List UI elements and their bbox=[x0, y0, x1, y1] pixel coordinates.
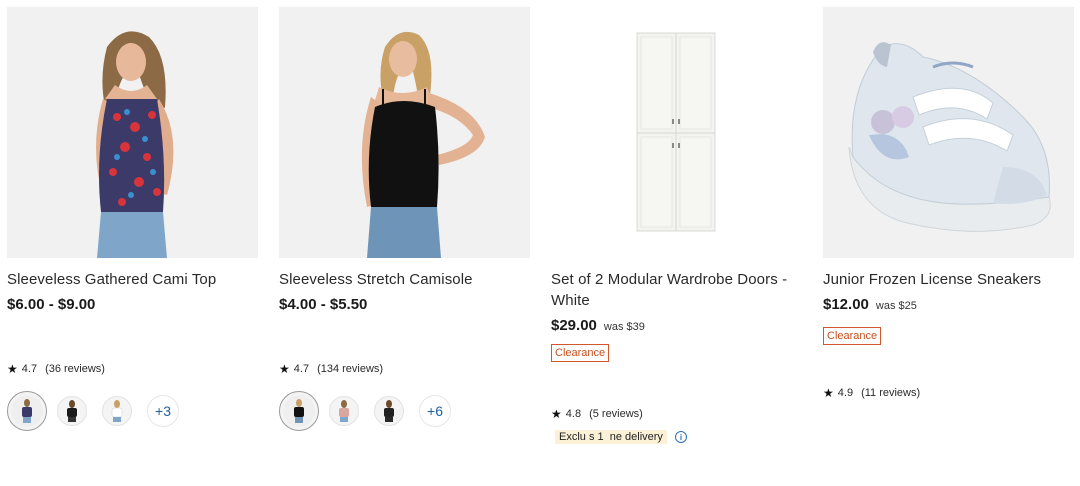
product-title[interactable]: Set of 2 Modular Wardrobe Doors - White bbox=[551, 269, 802, 311]
color-swatch[interactable] bbox=[102, 396, 132, 426]
product-card[interactable]: Sleeveless Gathered Cami Top $6.00 - $9.… bbox=[7, 7, 258, 313]
rating-value: 4.9 bbox=[837, 387, 854, 399]
product-image[interactable] bbox=[551, 7, 802, 258]
review-count: (134 reviews) bbox=[317, 363, 384, 375]
delivery-note: Exclu s 1 ne delivery i bbox=[555, 430, 687, 444]
product-rating: ★ 4.7 (36 reviews) bbox=[7, 362, 105, 376]
color-swatch-selected[interactable] bbox=[279, 391, 319, 431]
price-row: $6.00 - $9.00 bbox=[7, 296, 258, 313]
product-price: $4.00 - $5.50 bbox=[279, 296, 368, 313]
product-title[interactable]: Sleeveless Gathered Cami Top bbox=[7, 269, 258, 290]
rating-value: 4.8 bbox=[565, 408, 582, 420]
product-title[interactable]: Junior Frozen License Sneakers bbox=[823, 269, 1074, 290]
product-price: $29.00 bbox=[551, 317, 597, 334]
rating-value: 4.7 bbox=[293, 363, 310, 375]
product-image[interactable] bbox=[823, 7, 1074, 258]
more-colors-button[interactable]: +6 bbox=[419, 395, 451, 427]
was-price: was $39 bbox=[603, 321, 645, 333]
product-rating: ★ 4.9 (11 reviews) bbox=[823, 386, 920, 400]
review-count: (36 reviews) bbox=[45, 363, 105, 375]
product-card[interactable]: Set of 2 Modular Wardrobe Doors - White … bbox=[551, 7, 802, 362]
review-count: (5 reviews) bbox=[589, 408, 643, 420]
rating-value: 4.7 bbox=[21, 363, 38, 375]
clearance-badge: Clearance bbox=[823, 327, 882, 345]
color-swatch-selected[interactable] bbox=[7, 391, 47, 431]
product-image[interactable] bbox=[7, 7, 258, 258]
color-swatches: +3 bbox=[7, 391, 179, 431]
product-price: $12.00 bbox=[823, 296, 869, 313]
product-grid: Sleeveless Gathered Cami Top $6.00 - $9.… bbox=[0, 0, 1080, 486]
color-swatch[interactable] bbox=[374, 396, 404, 426]
clearance-badge: Clearance bbox=[551, 344, 610, 362]
star-icon: ★ bbox=[279, 362, 290, 376]
star-icon: ★ bbox=[823, 386, 834, 400]
product-image[interactable] bbox=[279, 7, 530, 258]
color-swatches: +6 bbox=[279, 391, 451, 431]
review-count: (11 reviews) bbox=[861, 387, 921, 399]
star-icon: ★ bbox=[7, 362, 18, 376]
price-row: $29.00 was $39 bbox=[551, 317, 802, 334]
more-colors-button[interactable]: +3 bbox=[147, 395, 179, 427]
product-price: $6.00 - $9.00 bbox=[7, 296, 96, 313]
info-icon[interactable]: i bbox=[674, 431, 687, 443]
product-rating: ★ 4.7 (134 reviews) bbox=[279, 362, 383, 376]
price-row: $4.00 - $5.50 bbox=[279, 296, 530, 313]
price-row: $12.00 was $25 bbox=[823, 296, 1074, 313]
star-icon: ★ bbox=[551, 407, 562, 421]
color-swatch[interactable] bbox=[329, 396, 359, 426]
delivery-label: Exclu s 1 ne delivery bbox=[555, 430, 667, 444]
was-price: was $25 bbox=[875, 300, 917, 312]
product-rating: ★ 4.8 (5 reviews) bbox=[551, 407, 643, 421]
color-swatch[interactable] bbox=[57, 396, 87, 426]
product-title[interactable]: Sleeveless Stretch Camisole bbox=[279, 269, 530, 290]
product-card[interactable]: Sleeveless Stretch Camisole $4.00 - $5.5… bbox=[279, 7, 530, 313]
product-card[interactable]: Junior Frozen License Sneakers $12.00 wa… bbox=[823, 7, 1074, 345]
